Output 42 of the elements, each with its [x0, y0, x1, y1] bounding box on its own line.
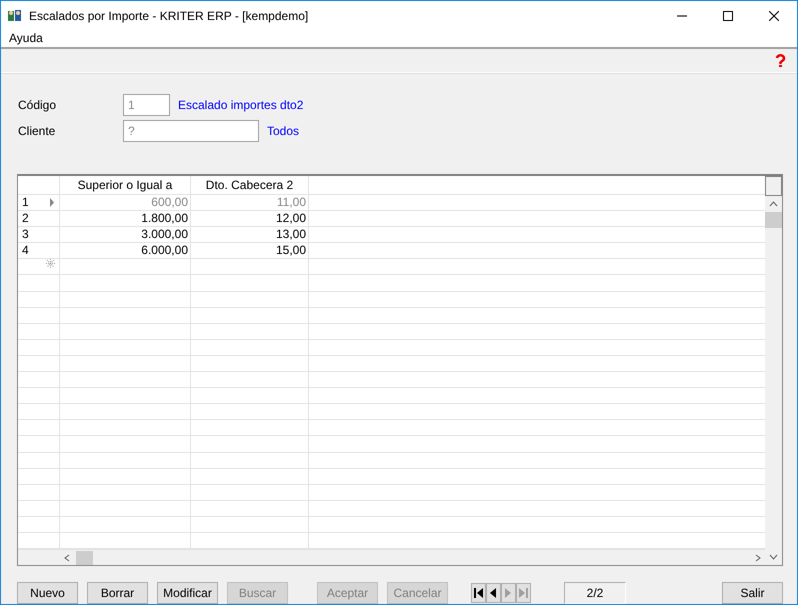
table-cell: 11,00 — [191, 195, 309, 210]
action-button[interactable]: Nuevo — [17, 582, 78, 604]
previous-icon — [490, 588, 497, 598]
field-label: Cliente — [18, 124, 56, 138]
text-field[interactable]: 1 — [123, 94, 170, 116]
table-cell: 600,00 — [60, 195, 191, 210]
table-cell: 6.000,00 — [60, 243, 191, 258]
description-link[interactable]: Todos — [267, 124, 300, 138]
scroll-thumb[interactable] — [765, 212, 782, 228]
field-label: Código — [18, 98, 58, 112]
table-cell: 13,00 — [191, 227, 309, 242]
table-cell: 15,00 — [191, 243, 309, 258]
close-icon — [769, 10, 779, 20]
app-icon — [7, 8, 23, 22]
table-cell: 12,00 — [191, 211, 309, 226]
first-icon — [474, 588, 483, 598]
new-row-icon — [46, 259, 55, 268]
row-number: 3 — [22, 227, 29, 242]
scroll-thumb[interactable] — [76, 550, 93, 565]
previous-record-button[interactable] — [486, 583, 501, 603]
table-cell: 1.800,00 — [60, 211, 191, 226]
action-button[interactable]: Modificar — [157, 582, 218, 604]
table-cell: 3.000,00 — [60, 227, 191, 242]
last-icon — [519, 588, 528, 598]
help-icon[interactable] — [774, 54, 787, 67]
window-title: Escalados por Importe - KRITER ERP - [kempdemo] — [29, 8, 310, 22]
maximize-icon — [723, 10, 733, 20]
first-record-button[interactable] — [471, 583, 486, 603]
exit-button[interactable]: Salir — [722, 582, 783, 604]
text-field[interactable]: ? — [123, 120, 259, 142]
row-number: 2 — [22, 211, 29, 226]
row-number: 1 — [22, 195, 29, 210]
action-button[interactable]: Borrar — [87, 582, 148, 604]
vertical-scrollbar[interactable] — [765, 176, 782, 565]
menu-item[interactable]: Ayuda — [5, 31, 47, 46]
column-header[interactable]: Dto. Cabecera 2 — [191, 176, 309, 194]
next-icon — [505, 588, 512, 598]
description-link[interactable]: Escalado importes dto2 — [178, 98, 304, 112]
record-position: 2/2 — [564, 582, 626, 604]
row-number: 4 — [22, 243, 29, 258]
column-header[interactable]: Superior o Igual a — [60, 176, 191, 194]
horizontal-scrollbar[interactable] — [18, 549, 765, 566]
